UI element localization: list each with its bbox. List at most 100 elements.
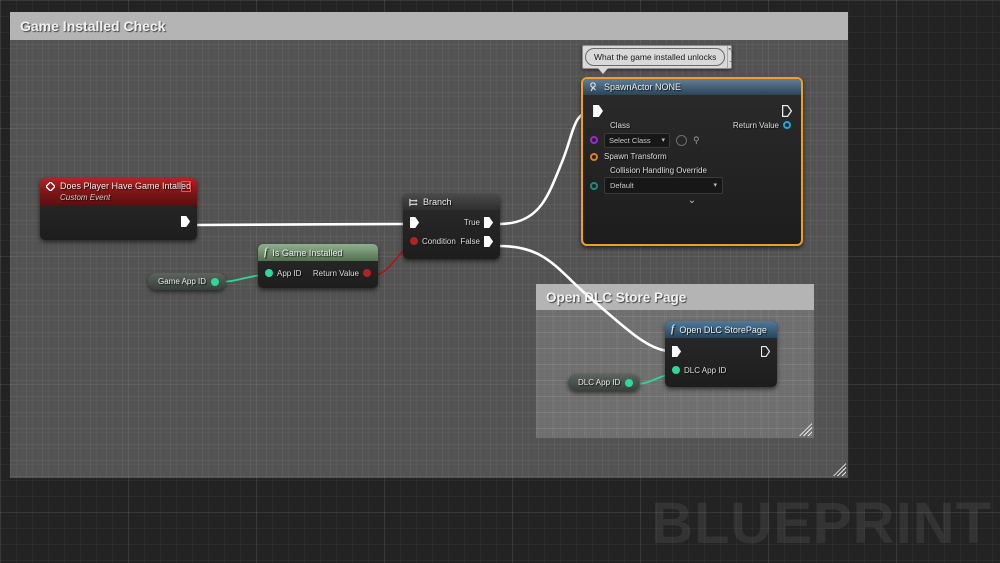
chevron-down-icon: ⌄ — [687, 195, 697, 206]
variable-node-dlc-app-id[interactable]: DLC App ID — [568, 374, 641, 391]
data-output-pin[interactable] — [625, 378, 634, 387]
pin-input-condition[interactable]: Condition — [410, 237, 456, 246]
pin-row-exec — [583, 101, 801, 119]
pin-input-exec[interactable] — [672, 345, 681, 357]
node-header[interactable]: f Is Game Installed — [258, 244, 378, 261]
function-icon: f — [671, 324, 675, 335]
pin-input-spawn-transform[interactable]: Spawn Transform — [590, 152, 667, 161]
pin-input-exec[interactable] — [410, 216, 419, 228]
comment-title-bar[interactable]: Game Installed Check — [10, 12, 848, 40]
data-input-pin-spawn-transform[interactable] — [590, 152, 598, 161]
pin-label: True — [463, 217, 480, 227]
pin-row-collision-widget: Default ▾ — [583, 176, 801, 195]
chevron-down-icon: ▾ — [713, 182, 717, 189]
exec-output-pin[interactable] — [782, 104, 792, 117]
pin-row-exec — [665, 343, 777, 359]
exec-output-pin[interactable] — [761, 345, 770, 357]
search-icon[interactable]: ⚲ — [693, 135, 700, 145]
pin-label: Return Value — [732, 120, 779, 130]
collision-select-value: Default — [610, 181, 634, 190]
collision-select-dropdown[interactable]: Default ▾ — [604, 177, 723, 194]
class-select-dropdown[interactable]: Select Class ▾ — [604, 132, 670, 148]
expand-node-button[interactable]: ⌄ — [583, 195, 801, 206]
pin-input-dlc-app-id[interactable]: DLC App ID — [672, 366, 726, 375]
node-title: Open DLC StorePage — [679, 324, 767, 335]
data-output-pin[interactable] — [363, 269, 371, 277]
pin-row-condition-false: Condition False — [403, 234, 500, 248]
pin-label: False — [460, 236, 480, 246]
node-header[interactable]: Does Player Have Game Intalled — [40, 178, 197, 192]
exec-input-pin[interactable] — [672, 345, 681, 357]
node-spawn-actor[interactable]: SpawnActor NONE Class Return Value Selec… — [581, 77, 803, 246]
spawn-actor-icon — [589, 82, 599, 92]
pin-input-exec[interactable] — [593, 104, 603, 117]
variable-node-game-app-id[interactable]: Game App ID — [148, 273, 227, 290]
pin-output-true[interactable]: True — [463, 216, 493, 228]
pin-output-return-value[interactable]: Return Value — [313, 269, 371, 278]
node-header[interactable]: f Open DLC StorePage — [665, 321, 777, 338]
data-output-pin[interactable] — [211, 277, 220, 286]
pin-label: App ID — [277, 268, 302, 278]
pin-label: Return Value — [312, 268, 359, 278]
node-custom-event-does-player-have-game-installed[interactable]: Does Player Have Game Intalled Custom Ev… — [40, 178, 197, 240]
node-title: Branch — [423, 197, 452, 207]
node-header[interactable]: SpawnActor NONE — [583, 79, 801, 95]
pin-row-exec-true: True — [403, 215, 500, 229]
pin-comment-icon[interactable]: ⤡ — [728, 48, 734, 55]
event-diamond-icon — [45, 180, 56, 192]
pin-label: DLC App ID — [684, 365, 727, 375]
chevron-down-icon: ▾ — [661, 136, 665, 144]
exec-output-pin-true[interactable] — [484, 216, 493, 228]
variable-label: Game App ID — [158, 277, 207, 286]
node-body: DLC App ID — [665, 338, 777, 383]
node-title: Is Game Installed — [272, 247, 343, 258]
data-input-pin-collision[interactable] — [590, 181, 598, 190]
node-comment-buttons[interactable]: ⤡ − — [727, 46, 734, 68]
data-input-pin[interactable] — [672, 366, 680, 374]
exec-input-pin[interactable] — [410, 216, 419, 228]
collision-input-group[interactable]: Default ▾ — [590, 177, 723, 194]
exec-output-pin-false[interactable] — [484, 235, 493, 247]
node-body — [40, 206, 197, 234]
node-branch[interactable]: Branch True Condition False — [403, 194, 500, 259]
browse-asset-icon[interactable] — [676, 134, 687, 146]
data-input-pin-class[interactable] — [590, 136, 598, 144]
class-label: Class — [610, 120, 631, 130]
function-icon: f — [264, 247, 268, 258]
pin-label: Spawn Transform — [604, 152, 667, 161]
pin-output-return-value[interactable]: Return Value — [733, 121, 791, 130]
data-input-pin[interactable] — [410, 237, 418, 245]
comment-title-bar[interactable]: Open DLC Store Page — [536, 284, 814, 310]
exec-input-pin[interactable] — [593, 104, 603, 117]
collision-label: Collision Handling Override — [610, 165, 707, 175]
pin-output-exec[interactable] — [782, 104, 792, 117]
blueprint-watermark: BLUEPRINT — [651, 491, 992, 556]
class-input-group[interactable]: Select Class ▾ ⚲ — [590, 132, 700, 148]
node-header[interactable]: Branch — [403, 194, 500, 210]
pin-output-false[interactable]: False — [460, 235, 493, 247]
data-output-pin[interactable] — [783, 121, 791, 129]
pin-row-collision-label: Collision Handling Override — [583, 164, 801, 176]
collapse-comment-icon[interactable]: − — [729, 59, 733, 66]
comment-title-text: Game Installed Check — [20, 18, 166, 34]
node-subtitle: Custom Event — [40, 192, 197, 206]
node-open-dlc-storepage[interactable]: f Open DLC StorePage DLC App ID — [665, 321, 777, 387]
branch-icon — [409, 198, 418, 207]
blueprint-graph-canvas[interactable]: Game Installed Check Open DLC Store Page… — [0, 0, 1000, 563]
comment-bubble-tail — [597, 67, 609, 74]
data-input-pin[interactable] — [265, 269, 273, 277]
pin-label: Condition — [422, 236, 456, 246]
node-body: True Condition False — [403, 210, 500, 254]
pin-row-dlc-app-id: DLC App ID — [665, 363, 777, 377]
class-select-value: Select Class — [609, 135, 651, 145]
delegate-output-pin[interactable] — [181, 181, 191, 192]
pin-output-exec[interactable] — [761, 345, 770, 357]
exec-output-pin[interactable] — [181, 215, 190, 227]
pin-input-app-id[interactable]: App ID — [265, 269, 301, 278]
node-is-game-installed[interactable]: f Is Game Installed App ID Return Value — [258, 244, 378, 288]
node-title: SpawnActor NONE — [604, 82, 682, 92]
node-title: Does Player Have Game Intalled — [60, 181, 192, 191]
node-comment-text[interactable]: What the game installed unlocks — [585, 48, 726, 66]
node-comment-bubble[interactable]: What the game installed unlocks ⤡ − — [582, 45, 734, 74]
node-body: App ID Return Value — [258, 261, 378, 286]
